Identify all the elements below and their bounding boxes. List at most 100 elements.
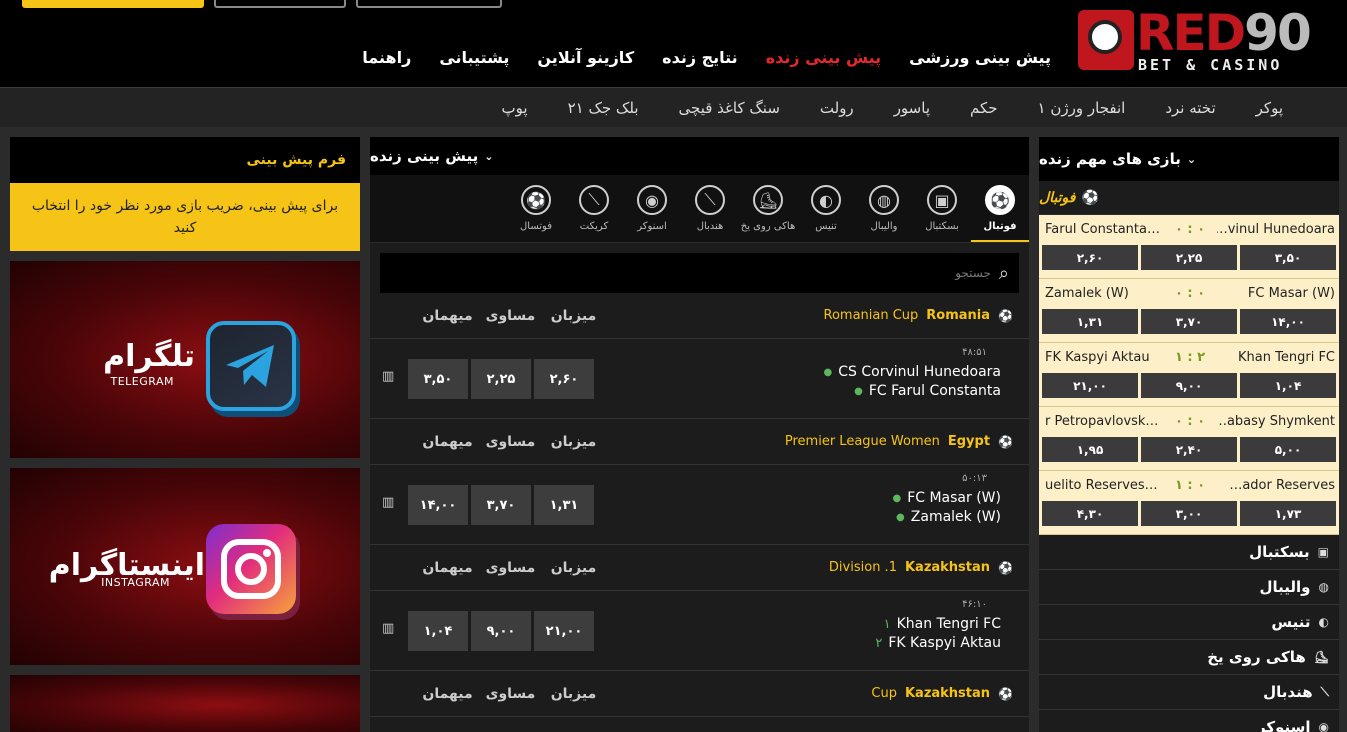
tab-handball[interactable]: ⟋ هندبال bbox=[681, 175, 739, 242]
promo-banner[interactable] bbox=[10, 675, 360, 732]
sport-item-handball[interactable]: ⟋ هندبال bbox=[1039, 675, 1339, 710]
sport-tabs: ⚽ فوتبال ▣ بسکتبال ◍ والیبال ◐ تنیس ⛸ هاکی روی یخ… bbox=[370, 175, 1029, 243]
odd-draw[interactable]: ۲,۲۵ bbox=[1141, 245, 1237, 270]
subnav-crash[interactable]: انفجار ورژن ۱ bbox=[1018, 99, 1146, 117]
odd-home[interactable]: ۴,۳۰ bbox=[1042, 501, 1138, 526]
ice-hockey-icon: ⛸ bbox=[1313, 650, 1329, 664]
football-group-label: فوتبال bbox=[1039, 189, 1076, 206]
tab-cricket[interactable]: ⟋ کریکت bbox=[565, 175, 623, 242]
odd-away[interactable]: ۱۴,۰۰ bbox=[408, 485, 468, 525]
subnav-blackjack[interactable]: بلک جک ۲۱ bbox=[548, 99, 659, 117]
odd-home[interactable]: ۱,۳۱ bbox=[534, 485, 594, 525]
odd-draw[interactable]: ۳,۷۰ bbox=[1141, 309, 1237, 334]
odd-away[interactable]: ۵,۰۰ bbox=[1240, 437, 1336, 462]
odd-draw[interactable]: ۳,۰۰ bbox=[1141, 501, 1237, 526]
nav-live-betting[interactable]: پیش بینی زنده bbox=[752, 48, 895, 67]
team-name: CS Corvinul Hunedoara bbox=[838, 364, 1001, 380]
tab-football[interactable]: ⚽ فوتبال bbox=[971, 175, 1029, 242]
stats-icon[interactable]: ▥ bbox=[382, 369, 394, 384]
register-button[interactable] bbox=[22, 0, 204, 8]
odd-draw[interactable]: ۹,۰۰ bbox=[1141, 373, 1237, 398]
live-match-teams[interactable]: FC Masar (W) ۰ : ۰ Zamalek (W) bbox=[1039, 286, 1339, 306]
odd-home[interactable]: ۱,۹۵ bbox=[1042, 437, 1138, 462]
match-teams[interactable]: FC Masar (W) ● Zamalek (W) ● bbox=[892, 489, 1001, 527]
sport-item-tennis[interactable]: ◐ تنیس bbox=[1039, 605, 1339, 640]
subnav-backgammon[interactable]: تخته نرد bbox=[1145, 99, 1235, 117]
football-icon bbox=[1088, 20, 1122, 54]
tab-snooker[interactable]: ◉ اسنوکر bbox=[623, 175, 681, 242]
league-header: میزبان مساوی میهمان ⚽ Romania Romanian Cup bbox=[370, 293, 1029, 339]
cricket-icon: ⟋ bbox=[579, 185, 609, 215]
odd-away[interactable]: ۱,۰۴ bbox=[408, 611, 468, 651]
odd-home[interactable]: ۲۱,۰۰ bbox=[534, 611, 594, 651]
nav-support[interactable]: پشتیبانی bbox=[425, 48, 523, 67]
odd-draw[interactable]: ۲,۲۵ bbox=[471, 359, 531, 399]
live-match-teams[interactable]: vinul Hunedoara… ۰ : ۰ Farul Constanta… bbox=[1039, 222, 1339, 242]
subnav-hokm[interactable]: حکم bbox=[950, 99, 1018, 117]
subnav-pop[interactable]: پوپ bbox=[482, 99, 548, 117]
live-score: ۱ : ۰ bbox=[1174, 478, 1206, 493]
match-odds: ۲,۶۰ ۲,۲۵ ۳,۵۰ bbox=[408, 359, 594, 399]
tab-volleyball[interactable]: ◍ والیبال bbox=[855, 175, 913, 242]
tab-futsal[interactable]: ⚽ فوتسال bbox=[507, 175, 565, 242]
odd-away[interactable]: ۱۴,۰۰ bbox=[1240, 309, 1336, 334]
subnav-pasur[interactable]: پاسور bbox=[874, 99, 950, 117]
odd-draw[interactable]: ۲,۴۰ bbox=[1141, 437, 1237, 462]
sport-item-ice-hockey[interactable]: ⛸ هاکی روی یخ bbox=[1039, 640, 1339, 675]
tab-ice-hockey[interactable]: ⛸ هاکی روی یخ bbox=[739, 175, 797, 242]
odd-away[interactable]: ۱,۷۳ bbox=[1240, 501, 1336, 526]
league-name[interactable]: ⚽ Egypt Premier League Women bbox=[785, 434, 1013, 449]
tab-basketball[interactable]: ▣ بسکتبال bbox=[913, 175, 971, 242]
odd-away[interactable]: ۱,۰۴ bbox=[1240, 373, 1336, 398]
nav-live-results[interactable]: نتایج زنده bbox=[648, 48, 752, 67]
nav-guide[interactable]: راهنما bbox=[348, 48, 425, 67]
league-name[interactable]: ⚽ Romania Romanian Cup bbox=[824, 308, 1014, 323]
search-input[interactable]: جستجو bbox=[955, 266, 991, 280]
tab-tennis[interactable]: ◐ تنیس bbox=[797, 175, 855, 242]
subnav-poker[interactable]: پوکر bbox=[1236, 99, 1303, 117]
match-teams[interactable]: Khan Tengri FC ۱ FK Kaspyi Aktau ۲ bbox=[875, 615, 1001, 653]
live-match-list: vinul Hunedoara… ۰ : ۰ Farul Constanta… ۲,۶… bbox=[1039, 215, 1339, 535]
chevron-down-icon[interactable]: ⌄ bbox=[1187, 153, 1196, 166]
telegram-banner[interactable]: تلگرام TELEGRAM bbox=[10, 261, 360, 458]
tab-label: اسنوکر bbox=[637, 221, 667, 232]
team-name: Zamalek (W) bbox=[910, 509, 1001, 525]
live-match-teams[interactable]: Khan Tengri FC ۱ : ۲ FK Kaspyi Aktau bbox=[1039, 350, 1339, 370]
account-button[interactable] bbox=[356, 0, 502, 8]
live-match-card: vinul Hunedoara… ۰ : ۰ Farul Constanta… ۲,۶… bbox=[1039, 215, 1339, 279]
live-match-teams[interactable]: ador Reserves… ۱ : ۰ uelito Reserves… bbox=[1039, 478, 1339, 498]
team-name: FK Kaspyi Aktau bbox=[888, 635, 1001, 651]
match-teams[interactable]: CS Corvinul Hunedoara ● FC Farul Constanta… bbox=[824, 363, 1001, 401]
odd-home[interactable]: ۲,۶۰ bbox=[534, 359, 594, 399]
odd-draw[interactable]: ۹,۰۰ bbox=[471, 611, 531, 651]
sport-item-snooker[interactable]: ◉ اسنوکر bbox=[1039, 710, 1339, 732]
odd-home[interactable]: ۱,۳۱ bbox=[1042, 309, 1138, 334]
stats-icon[interactable]: ▥ bbox=[382, 621, 394, 636]
instagram-banner[interactable]: اینستاگرام INSTAGRAM bbox=[10, 468, 360, 665]
league-name[interactable]: ⚽ Kazakhstan Division .1 bbox=[829, 560, 1013, 575]
tennis-icon: ◐ bbox=[1318, 615, 1329, 629]
snooker-icon: ◉ bbox=[637, 185, 667, 215]
odd-home[interactable]: ۲۱,۰۰ bbox=[1042, 373, 1138, 398]
odd-away[interactable]: ۳,۵۰ bbox=[408, 359, 468, 399]
chevron-down-icon[interactable]: ⌄ bbox=[484, 150, 493, 163]
login-button[interactable] bbox=[214, 0, 346, 8]
important-live-games: ⌄ بازی های مهم زنده ⚽ فوتبال vinul Huned… bbox=[1039, 137, 1339, 732]
match-search[interactable]: ⌕ جستجو bbox=[380, 253, 1019, 293]
col-home: میزبان bbox=[550, 685, 597, 702]
football-group-header[interactable]: ⚽ فوتبال bbox=[1039, 181, 1339, 215]
odd-away[interactable]: ۳,۵۰ bbox=[1240, 245, 1336, 270]
sport-item-basketball[interactable]: ▣ بسکتبال bbox=[1039, 535, 1339, 570]
subnav-roulette[interactable]: رولت bbox=[800, 99, 874, 117]
nav-sports-betting[interactable]: پیش بینی ورزشی bbox=[895, 48, 1065, 67]
live-match-teams[interactable]: abasy Shymkent… ۰ : ۰ r Petropavlovsk… bbox=[1039, 414, 1339, 434]
odd-draw[interactable]: ۳,۷۰ bbox=[471, 485, 531, 525]
stats-icon[interactable]: ▥ bbox=[382, 495, 394, 510]
league-name[interactable]: ⚽ Kazakhstan Cup bbox=[871, 686, 1013, 701]
sport-item-volleyball[interactable]: ◍ والیبال bbox=[1039, 570, 1339, 605]
subnav-rock-paper-scissors[interactable]: سنگ کاغذ قیچی bbox=[659, 99, 800, 117]
instagram-label-en: INSTAGRAM bbox=[101, 576, 170, 589]
brand-logo[interactable]: RED90 BET & CASINO bbox=[1078, 4, 1330, 74]
odd-home[interactable]: ۲,۶۰ bbox=[1042, 245, 1138, 270]
nav-online-casino[interactable]: کازینو آنلاین bbox=[523, 48, 648, 67]
